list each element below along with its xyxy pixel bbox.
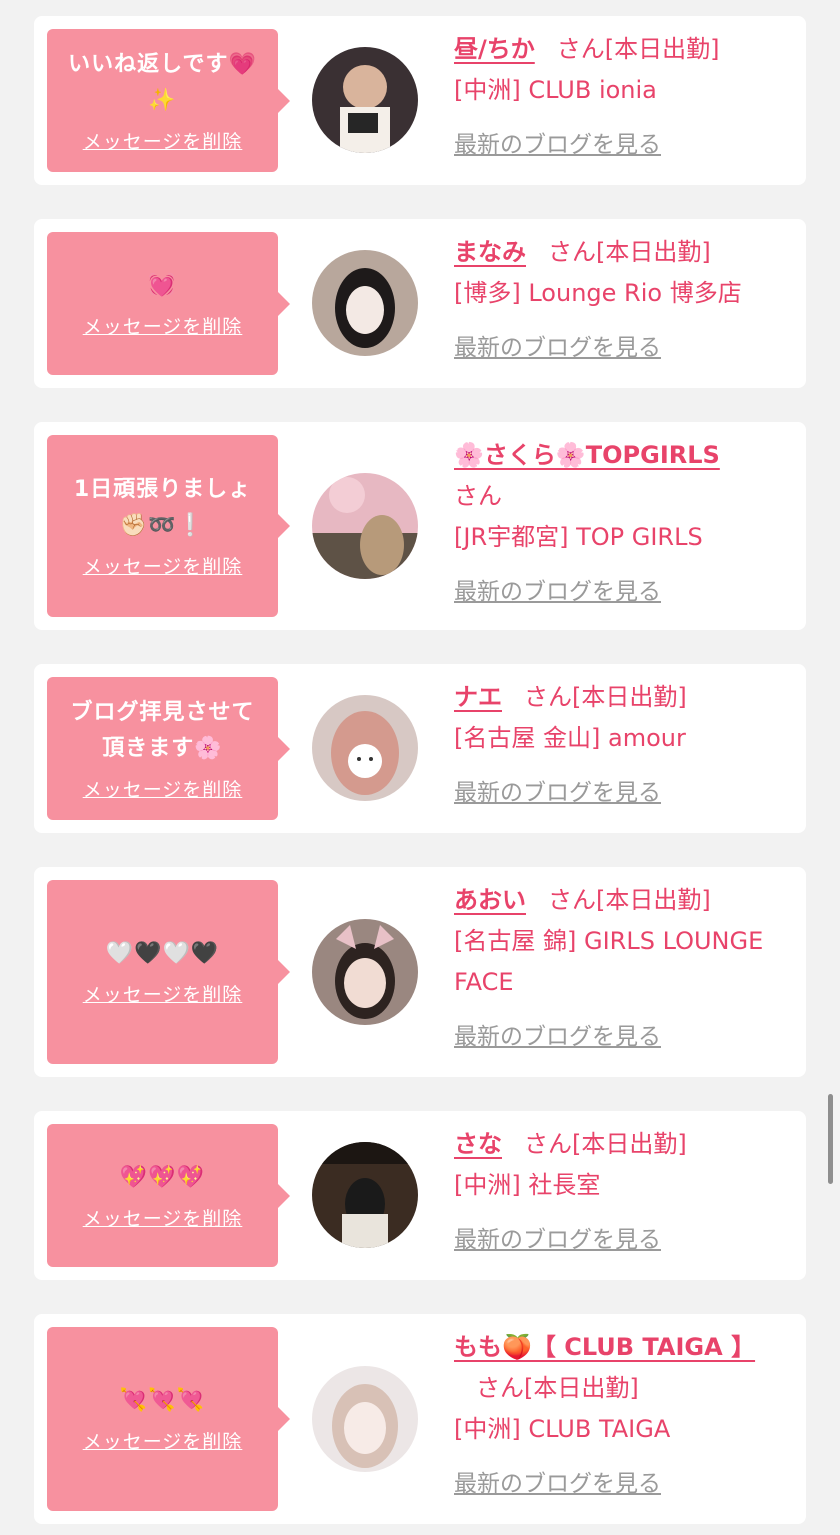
message-card: 1日頑張りましょ ✊🏻➿❕ メッセージを削除 🌸さくら🌸TOPGIRLS さん [… [34, 422, 806, 630]
message-bubble: いいね返しです💗 ✨ メッセージを削除 [47, 29, 290, 172]
delete-message-link[interactable]: メッセージを削除 [83, 314, 243, 340]
avatar[interactable] [312, 695, 418, 801]
message-text: 💓 [148, 272, 177, 298]
avatar[interactable] [312, 47, 418, 153]
avatar[interactable] [312, 1366, 418, 1472]
latest-blog-link[interactable]: 最新のブログを見る [454, 1464, 784, 1505]
attendance-status: [本日出勤] [604, 35, 720, 63]
message-bubble: ブログ拝見させて 頂きます🌸 メッセージを削除 [47, 677, 290, 820]
cast-info: あおい さん[本日出勤] [名古屋 錦] GIRLS LOUNGE FACE 最新… [454, 880, 784, 1058]
latest-blog-link[interactable]: 最新のブログを見る [454, 1017, 784, 1058]
attendance-status: [本日出勤] [524, 1374, 639, 1402]
cast-name-link[interactable]: さな [454, 1130, 502, 1158]
attendance-status: [本日出勤] [572, 683, 687, 711]
attendance-status: [本日出勤] [572, 1130, 687, 1158]
shop-name: [中洲] CLUB ionia [454, 76, 657, 104]
delete-message-link[interactable]: メッセージを削除 [83, 777, 243, 803]
message-text: いいね返しです💗 ✨ [68, 51, 257, 113]
cast-info: 🌸さくら🌸TOPGIRLS さん [JR宇都宮] TOP GIRLS 最新のブログ… [454, 435, 784, 613]
honorific: さん [548, 886, 596, 914]
honorific: さん [524, 1130, 572, 1158]
attendance-status: [本日出勤] [596, 238, 711, 266]
shop-name: [名古屋 金山] amour [454, 724, 686, 752]
shop-name: [中洲] 社長室 [454, 1171, 601, 1199]
message-bubble: 🤍🖤🤍🖤 メッセージを削除 [47, 880, 290, 1064]
cast-name-link[interactable]: 🌸さくら🌸TOPGIRLS [454, 441, 720, 469]
cast-info: 昼/ちか さん[本日出勤] [中洲] CLUB ionia 最新のブログを見る [454, 29, 784, 166]
message-card: 💖💖💖 メッセージを削除 さな さん[本日出勤] [中洲] 社長室 最新のブログを… [34, 1111, 806, 1280]
honorific: さん [476, 1374, 524, 1402]
shop-name: [博多] Lounge Rio 博多店 [454, 279, 742, 307]
cast-info: ナエ さん[本日出勤] [名古屋 金山] amour 最新のブログを見る [454, 677, 784, 814]
honorific: さん [524, 683, 572, 711]
latest-blog-link[interactable]: 最新のブログを見る [454, 1220, 784, 1261]
cast-info: さな さん[本日出勤] [中洲] 社長室 最新のブログを見る [454, 1124, 784, 1261]
cast-name-link[interactable]: ナエ [454, 683, 502, 711]
message-text: 💘💘💘 [119, 1388, 206, 1413]
shop-name: [中洲] CLUB TAIGA [454, 1415, 671, 1443]
message-card: いいね返しです💗 ✨ メッセージを削除 昼/ちか さん[本日出勤] [中洲] CL… [34, 16, 806, 185]
message-bubble: 💖💖💖 メッセージを削除 [47, 1124, 290, 1267]
avatar[interactable] [312, 919, 418, 1025]
cast-name-link[interactable]: 昼/ちか [454, 35, 535, 63]
message-text: ブログ拝見させて 頂きます🌸 [70, 699, 255, 761]
cast-name-link[interactable]: あおい [454, 886, 526, 914]
cast-info: もも🍑【 CLUB TAIGA 】さん[本日出勤] [中洲] CLUB TAIG… [454, 1327, 784, 1505]
delete-message-link[interactable]: メッセージを削除 [83, 129, 243, 155]
cast-info: まなみ さん[本日出勤] [博多] Lounge Rio 博多店 最新のブログを見… [454, 232, 784, 369]
cast-name-link[interactable]: まなみ [454, 238, 526, 266]
shop-name: [名古屋 錦] GIRLS LOUNGE FACE [454, 927, 764, 996]
scrollbar[interactable] [828, 1094, 833, 1184]
delete-message-link[interactable]: メッセージを削除 [83, 1206, 243, 1232]
delete-message-link[interactable]: メッセージを削除 [83, 1429, 243, 1455]
attendance-status: [本日出勤] [596, 886, 711, 914]
delete-message-link[interactable]: メッセージを削除 [83, 982, 243, 1008]
message-bubble: 1日頑張りましょ ✊🏻➿❕ メッセージを削除 [47, 435, 290, 617]
shop-name: [JR宇都宮] TOP GIRLS [454, 523, 703, 551]
message-card: 💓 メッセージを削除 まなみ さん[本日出勤] [博多] Lounge Rio 博… [34, 219, 806, 388]
message-card: 🤍🖤🤍🖤 メッセージを削除 あおい さん[本日出勤] [名古屋 錦] GIRLS … [34, 867, 806, 1077]
message-text: 1日頑張りましょ ✊🏻➿❕ [73, 477, 252, 538]
message-card: ブログ拝見させて 頂きます🌸 メッセージを削除 ナエ さん[本日出勤] [名古屋 … [34, 664, 806, 833]
latest-blog-link[interactable]: 最新のブログを見る [454, 572, 784, 613]
honorific: さん [556, 35, 605, 63]
message-text: 💖💖💖 [119, 1164, 206, 1190]
avatar[interactable] [312, 250, 418, 356]
avatar[interactable] [312, 1142, 418, 1248]
cast-name-link[interactable]: もも🍑【 CLUB TAIGA 】 [454, 1333, 755, 1361]
message-bubble: 💓 メッセージを削除 [47, 232, 290, 375]
latest-blog-link[interactable]: 最新のブログを見る [454, 328, 784, 369]
honorific: さん [548, 238, 596, 266]
message-bubble: 💘💘💘 メッセージを削除 [47, 1327, 290, 1511]
avatar[interactable] [312, 473, 418, 579]
honorific: さん [454, 482, 502, 510]
latest-blog-link[interactable]: 最新のブログを見る [454, 125, 784, 166]
delete-message-link[interactable]: メッセージを削除 [83, 554, 243, 580]
message-text: 🤍🖤🤍🖤 [105, 941, 220, 966]
message-card: 💘💘💘 メッセージを削除 もも🍑【 CLUB TAIGA 】さん[本日出勤] [… [34, 1314, 806, 1524]
latest-blog-link[interactable]: 最新のブログを見る [454, 773, 784, 814]
